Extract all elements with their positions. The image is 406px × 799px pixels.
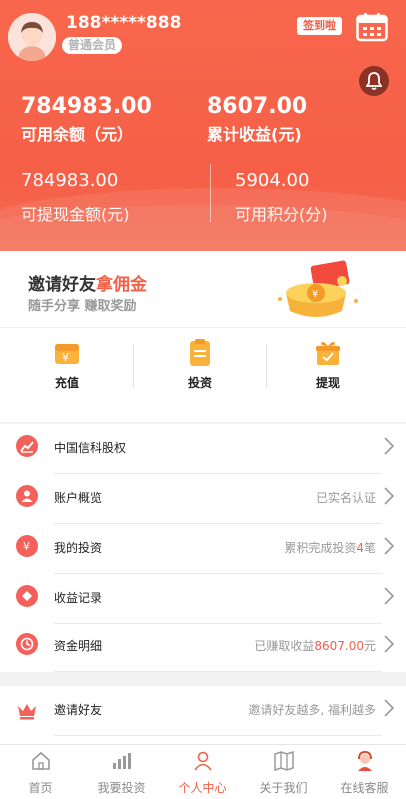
invite-list: 邀请好友 邀请好友越多, 福利越多 (0, 686, 406, 744)
tab-online-support[interactable]: 在线客服 (324, 750, 405, 796)
withdraw-label: 提现 (315, 376, 340, 390)
chevron-right-icon (384, 699, 394, 717)
menu-item-label: 我的投资 (54, 541, 103, 555)
available-points: 5904.00 可用积分(分) (235, 170, 328, 225)
home-icon (31, 751, 50, 770)
recharge-label: 充值 (54, 376, 79, 390)
chevron-right-icon (384, 635, 394, 653)
available-points-value: 5904.00 (235, 170, 310, 191)
row-divider (54, 735, 382, 736)
diamond-icon (16, 585, 38, 607)
action-divider (133, 344, 134, 388)
menu-item-earnings-record[interactable]: 收益记录 (0, 574, 406, 624)
chart-icon (16, 435, 38, 457)
avatar-icon (8, 13, 56, 61)
tab-label: 我要投资 (97, 781, 146, 795)
available-points-label: 可用积分(分) (235, 205, 328, 224)
menu-item-label: 中国信科股权 (54, 441, 127, 455)
detail-prefix: 已赚取收益 (254, 639, 315, 653)
tab-personal-center[interactable]: 个人中心 (162, 751, 243, 796)
stats-divider (210, 164, 211, 222)
person-icon (193, 751, 212, 771)
chevron-right-icon (384, 587, 394, 605)
yen-icon: ¥ (16, 535, 38, 557)
user-phone: 188*****888 (66, 13, 182, 33)
bar-chart-icon (112, 753, 131, 769)
menu-item-label: 邀请好友 (54, 703, 103, 717)
invest-button[interactable]: 投资 (150, 338, 250, 391)
total-earnings: 8607.00 累计收益(元) (207, 94, 307, 145)
banner-title: 邀请好友拿佣金 (28, 270, 147, 295)
menu-item-fund-details[interactable]: 资金明细 已赚取收益8607.00元 (0, 622, 406, 672)
tab-label: 首页 (28, 781, 53, 795)
menu-list: 中国信科股权 账户概览 已实名认证 ¥ 我的投资 累积完成投资4笔 收益记录 资… (0, 424, 406, 672)
member-badge: 普通会员 (62, 37, 123, 54)
signin-button[interactable]: 签到啦 (297, 17, 342, 35)
book-icon (273, 750, 294, 772)
bottom-tab-bar: 首页 我要投资 个人中心 关于我们 在线客服 (0, 744, 406, 799)
total-earnings-label: 累计收益(元) (207, 125, 302, 144)
recharge-icon: ¥ (52, 338, 82, 368)
tab-home[interactable]: 首页 (0, 751, 81, 796)
menu-item-invite-friends[interactable]: 邀请好友 邀请好友越多, 福利越多 (0, 686, 406, 736)
detail-suffix: 笔 (363, 541, 376, 555)
menu-item-label: 资金明细 (54, 639, 103, 653)
withdraw-icon (313, 338, 343, 368)
support-icon (357, 750, 372, 771)
menu-item-label: 收益记录 (54, 591, 103, 605)
withdrawable-amount-value: 784983.00 (21, 170, 119, 191)
clock-icon (16, 633, 38, 655)
chevron-right-icon (384, 437, 394, 455)
tab-about-us[interactable]: 关于我们 (243, 750, 324, 796)
user-icon (16, 485, 38, 507)
withdraw-button[interactable]: 提现 (278, 338, 378, 391)
available-balance-label: 可用余额（元） (21, 125, 134, 144)
chevron-right-icon (384, 537, 394, 555)
tab-label: 个人中心 (178, 781, 227, 795)
menu-item-account-overview[interactable]: 账户概览 已实名认证 (0, 474, 406, 524)
total-earnings-value: 8607.00 (207, 94, 308, 119)
available-balance: 784983.00 可用余额（元） (21, 94, 152, 145)
banner-title-highlight: 拿佣金 (96, 275, 147, 295)
tab-invest[interactable]: 我要投资 (81, 751, 162, 796)
notification-bell-button[interactable] (359, 66, 389, 96)
svg-text:¥: ¥ (23, 540, 30, 553)
svg-text:¥: ¥ (62, 351, 69, 364)
available-balance-value: 784983.00 (21, 94, 152, 119)
menu-item-my-investment[interactable]: ¥ 我的投资 累积完成投资4笔 (0, 524, 406, 574)
detail-suffix: 元 (363, 639, 376, 653)
invite-banner[interactable]: 邀请好友拿佣金 随手分享 赚取奖励 ¥ (0, 251, 406, 327)
row-divider (54, 671, 382, 672)
menu-item-equity[interactable]: 中国信科股权 (0, 424, 406, 474)
invest-label: 投资 (187, 376, 212, 390)
detail-prefix: 累积完成投资 (284, 541, 357, 555)
action-divider (266, 344, 267, 388)
menu-item-label: 账户概览 (54, 491, 103, 505)
avatar[interactable] (8, 13, 56, 61)
tab-label: 关于我们 (259, 781, 308, 795)
banner-subtitle: 随手分享 赚取奖励 (28, 299, 137, 314)
bell-icon (366, 72, 382, 90)
withdrawable-amount-label: 可提现金额(元) (21, 205, 130, 224)
menu-item-detail: 已赚取收益8607.00元 (254, 637, 376, 654)
chevron-right-icon (384, 487, 394, 505)
detail-highlight: 4 (356, 541, 364, 555)
quick-actions: ¥ 充值 投资 提现 (0, 328, 406, 422)
withdrawable-amount: 784983.00 可提现金额(元) (21, 170, 130, 225)
svg-text:¥: ¥ (312, 289, 318, 300)
red-envelope-icon: ¥ (272, 259, 362, 321)
detail-highlight: 8607.00 (314, 639, 364, 653)
account-header: 188*****888 普通会员 签到啦 784983.00 可用余额（元） 8… (0, 0, 406, 251)
menu-item-detail: 已实名认证 (315, 491, 376, 505)
crown-icon (18, 704, 36, 720)
invest-icon (185, 338, 215, 368)
calendar-icon[interactable] (356, 12, 388, 42)
banner-title-plain: 邀请好友 (28, 275, 96, 295)
recharge-button[interactable]: ¥ 充值 (17, 338, 117, 391)
menu-item-detail: 累积完成投资4笔 (284, 539, 376, 556)
menu-item-detail: 邀请好友越多, 福利越多 (248, 703, 376, 717)
tab-label: 在线客服 (340, 781, 389, 795)
